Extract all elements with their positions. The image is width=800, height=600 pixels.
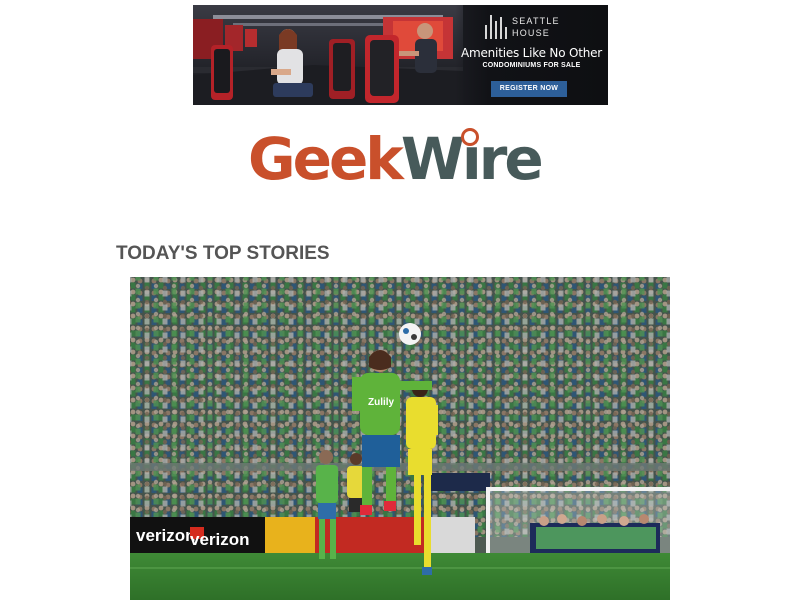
top-story-photo[interactable]: verizon verizon Zulily bbox=[130, 277, 670, 600]
logo-wire-text-re: re bbox=[478, 125, 544, 193]
ad-tagline: Amenities Like No Other bbox=[460, 46, 603, 60]
jersey-sponsor-text: Zulily bbox=[368, 397, 395, 408]
seattle-house-name: SEATTLE HOUSE bbox=[512, 16, 560, 38]
ad-board-verizon-1: verizon bbox=[136, 526, 196, 545]
banner-ad[interactable]: SEATTLE HOUSE Amenities Like No Other CO… bbox=[193, 5, 608, 105]
ad-board-verizon-2: verizon bbox=[190, 530, 250, 549]
logo-geek-text: Geek bbox=[248, 125, 404, 193]
register-now-button[interactable]: REGISTER NOW bbox=[491, 81, 567, 97]
logo-wire-i-wrap: i bbox=[461, 126, 482, 192]
banner-ad-photo bbox=[193, 5, 463, 105]
ad-subtagline: CONDOMINIUMS FOR SALE bbox=[482, 62, 581, 69]
soccer-ball bbox=[399, 323, 421, 345]
section-title: TODAY'S TOP STORIES bbox=[116, 243, 330, 264]
logo-wire-text-w: W bbox=[400, 125, 465, 193]
seattle-house-logo: SEATTLE HOUSE bbox=[485, 14, 585, 40]
geekwire-logo[interactable]: GeekWi re bbox=[248, 126, 552, 192]
building-icon bbox=[485, 15, 507, 39]
soccer-match-photo: verizon verizon Zulily bbox=[130, 277, 670, 600]
banner-ad-copy: SEATTLE HOUSE Amenities Like No Other CO… bbox=[455, 5, 608, 105]
